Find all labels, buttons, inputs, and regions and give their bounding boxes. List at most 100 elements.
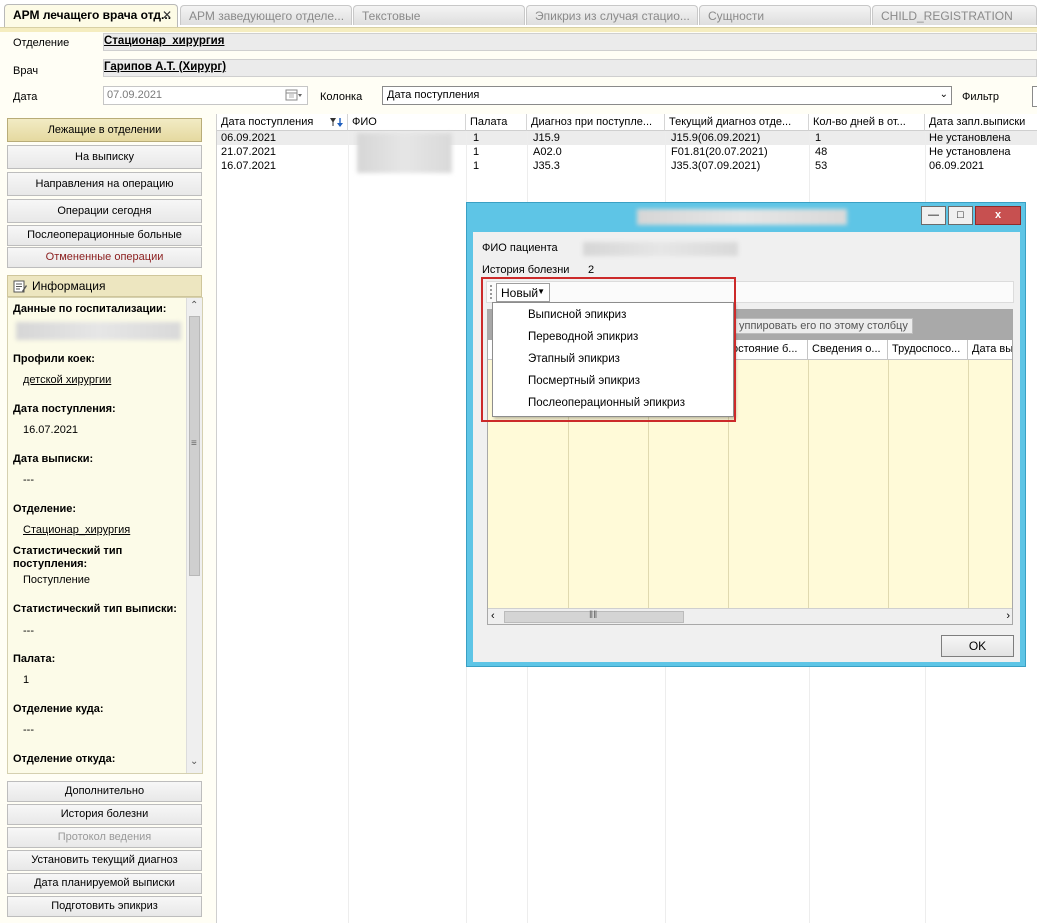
maximize-button[interactable]: □ xyxy=(948,206,973,225)
nav-additional[interactable]: Дополнительно xyxy=(7,781,202,802)
patient-label: ФИО пациента xyxy=(482,242,558,254)
filter-sort-icon[interactable] xyxy=(329,117,344,128)
minimize-button[interactable]: — xyxy=(921,206,946,225)
info-stat-out-label: Статистический тип выписки: xyxy=(13,603,177,615)
chevron-left-icon[interactable]: ‹ xyxy=(491,610,495,622)
cell-planned-discharge[interactable]: 06.09.2021 xyxy=(925,160,988,174)
doctor-link[interactable]: Гарипов А.Т. (Хирург) xyxy=(103,59,1037,77)
cell-planned-discharge[interactable]: Не установлена xyxy=(925,132,1015,146)
info-bed-label: Профили коек: xyxy=(13,353,95,365)
date-label: Дата xyxy=(13,91,38,103)
dialog-title-redacted xyxy=(637,209,847,225)
info-bed-value[interactable]: детской хирургии xyxy=(23,374,111,386)
info-scrollbar[interactable]: ⌃ ≡ ⌄ xyxy=(186,298,202,773)
ok-button[interactable]: OK xyxy=(941,635,1014,657)
grip-icon: ≡ xyxy=(191,438,197,449)
selected-row-highlight xyxy=(217,131,1037,145)
column-select[interactable]: Дата поступления ⌄ xyxy=(382,86,952,105)
filter-input[interactable] xyxy=(1032,86,1037,107)
info-department-label: Отделение: xyxy=(13,503,77,515)
tab-underline xyxy=(0,27,1037,32)
close-button[interactable]: x xyxy=(975,206,1021,225)
info-admission-label: Дата поступления: xyxy=(13,403,116,415)
filter-label: Фильтр xyxy=(962,91,999,103)
col-info[interactable]: Сведения о... xyxy=(808,340,888,359)
epicrisis-dialog: — □ x ФИО пациента История болезни 2 Нов… xyxy=(466,202,1026,667)
cell-admission-date[interactable]: 21.07.2021 xyxy=(217,146,280,160)
col-admission-date[interactable]: Дата поступления xyxy=(217,114,348,131)
tab-close-icon[interactable]: ✕ xyxy=(162,8,172,22)
col-ward[interactable]: Палата xyxy=(466,114,527,131)
col-planned-discharge[interactable]: Дата запл.выписки xyxy=(925,114,1037,131)
column-label: Колонка xyxy=(320,91,363,103)
info-ward-value: 1 xyxy=(23,674,30,686)
cell-current-diagnosis[interactable]: J35.3(07.09.2021) xyxy=(667,160,764,174)
cell-ward[interactable]: 1 xyxy=(469,132,483,146)
chevron-up-icon[interactable]: ⌃ xyxy=(190,300,198,311)
info-stat-out-value: --- xyxy=(23,625,34,637)
cell-admission-diagnosis[interactable]: J35.3 xyxy=(529,160,564,174)
info-from-label: Отделение откуда: xyxy=(13,753,116,765)
tab-arm-doctor[interactable]: АРМ лечащего врача отд... ✕ xyxy=(4,4,178,27)
history-label: История болезни xyxy=(482,264,570,276)
cell-days[interactable]: 48 xyxy=(811,146,831,160)
info-admission-value: 16.07.2021 xyxy=(23,424,79,436)
history-value: 2 xyxy=(588,264,595,276)
chevron-right-icon[interactable]: › xyxy=(1006,610,1010,622)
info-discharge-value: --- xyxy=(23,474,34,486)
col-current-diagnosis[interactable]: Текущий диагноз отде... xyxy=(665,114,809,131)
nav-postop-patients[interactable]: Послеоперационные больные xyxy=(7,225,202,246)
cell-days[interactable]: 1 xyxy=(811,132,825,146)
info-hosp-value xyxy=(16,322,181,340)
info-stat-in-value: Поступление xyxy=(23,574,91,586)
department-link[interactable]: Стационар_хирургия xyxy=(103,33,1037,51)
date-input[interactable]: 07.09.2021 xyxy=(103,86,308,105)
cell-admission-date[interactable]: 06.09.2021 xyxy=(217,132,280,146)
col-name[interactable]: ФИО xyxy=(348,114,466,131)
name-redacted xyxy=(357,133,452,173)
info-to-label: Отделение куда: xyxy=(13,703,104,715)
cell-admission-diagnosis[interactable]: J15.9 xyxy=(529,132,564,146)
nav-medical-history[interactable]: История болезни xyxy=(7,804,202,825)
tab-arm-head[interactable]: АРМ заведующего отделе... xyxy=(180,5,352,25)
cell-current-diagnosis[interactable]: J15.9(06.09.2021) xyxy=(667,132,764,146)
nav-set-diagnosis[interactable]: Установить текущий диагноз xyxy=(7,850,202,871)
chevron-down-icon[interactable]: ⌄ xyxy=(190,756,198,767)
col-admission-diagnosis[interactable]: Диагноз при поступле... xyxy=(527,114,665,131)
patient-name-redacted xyxy=(583,242,738,256)
nav-cancelled-operations[interactable]: Отмененные операции xyxy=(7,247,202,268)
nav-prepare-epicrisis[interactable]: Подготовить эпикриз xyxy=(7,896,202,917)
tab-entities[interactable]: Сущности xyxy=(699,5,871,25)
tab-text[interactable]: Текстовые xyxy=(353,5,525,25)
col-date[interactable]: Дата вы xyxy=(968,340,1012,359)
nav-surgery-today[interactable]: Операции сегодня xyxy=(7,199,202,223)
col-workability[interactable]: Трудоспосо... xyxy=(888,340,968,359)
cell-days[interactable]: 53 xyxy=(811,160,831,174)
info-header[interactable]: Информация xyxy=(7,275,202,297)
department-label: Отделение xyxy=(13,37,70,49)
calendar-icon[interactable] xyxy=(285,89,303,102)
highlight-box xyxy=(481,277,736,422)
cell-admission-date[interactable]: 16.07.2021 xyxy=(217,160,280,174)
epicrisis-hscrollbar[interactable]: ‹ ‖‖ › xyxy=(488,608,1012,624)
cell-admission-diagnosis[interactable]: A02.0 xyxy=(529,146,566,160)
tab-epicrisis-case[interactable]: Эпикриз из случая стацио... xyxy=(526,5,698,25)
nav-planned-discharge[interactable]: Дата планируемой выписки xyxy=(7,873,202,894)
doctor-label: Врач xyxy=(13,65,39,77)
col-state[interactable]: остояние б... xyxy=(728,340,808,359)
cell-planned-discharge[interactable]: Не установлена xyxy=(925,146,1015,160)
nav-surgery-referrals[interactable]: Направления на операцию xyxy=(7,172,202,196)
cell-current-diagnosis[interactable]: F01.81(20.07.2021) xyxy=(667,146,772,160)
info-stat-in-label: Статистический тип поступления: xyxy=(13,545,123,570)
cell-ward[interactable]: 1 xyxy=(469,146,483,160)
group-hint: уппировать его по этому столбцу xyxy=(734,318,913,334)
info-panel: Данные по госпитализации: Профили коек: … xyxy=(7,297,203,774)
cell-ward[interactable]: 1 xyxy=(469,160,483,174)
info-department-value[interactable]: Стационар_хирургия xyxy=(23,524,130,536)
nav-to-discharge[interactable]: На выписку xyxy=(7,145,202,169)
nav-protocol: Протокол ведения xyxy=(7,827,202,848)
hscroll-thumb[interactable]: ‖‖ xyxy=(504,610,684,623)
nav-in-department[interactable]: Лежащие в отделении xyxy=(7,118,202,142)
tab-child-registration[interactable]: CHILD_REGISTRATION xyxy=(872,5,1037,25)
col-days[interactable]: Кол-во дней в от... xyxy=(809,114,925,131)
